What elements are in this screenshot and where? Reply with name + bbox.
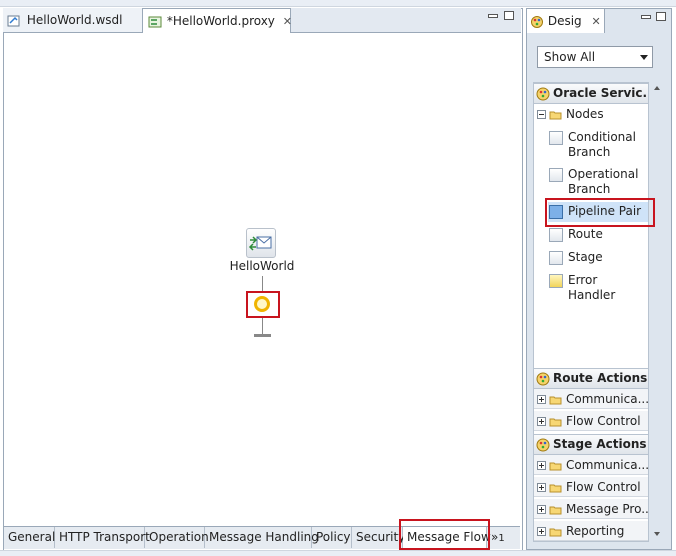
- proxy-service-icon: [148, 16, 162, 27]
- folder-stage-reporting[interactable]: Reporting: [534, 521, 648, 541]
- palette-filter-select[interactable]: Show All: [537, 46, 653, 68]
- tab-message-handling[interactable]: Message Handling: [205, 527, 319, 548]
- tab-helloworld-wsdl[interactable]: HelloWorld.wsdl: [3, 8, 143, 32]
- folder-nodes[interactable]: Nodes: [534, 104, 648, 124]
- top-strip: [0, 0, 676, 7]
- palette-item-operational-branch[interactable]: Operational Branch: [547, 167, 647, 197]
- folder-label: Communica...: [566, 458, 648, 472]
- drawer-oracle-service-bus[interactable]: Oracle Servic...: [534, 83, 648, 104]
- tab-policy[interactable]: Policy: [312, 527, 352, 548]
- proxy-editor: [3, 8, 523, 552]
- expand-icon[interactable]: [537, 527, 546, 536]
- palette-item-error-handler[interactable]: Error Handler: [547, 273, 647, 302]
- envelope-arrows-icon: [248, 236, 272, 251]
- palette-icon: [531, 15, 543, 28]
- pipeline-pair-highlight: [545, 198, 655, 227]
- drawer-label: Route Actions: [553, 371, 648, 385]
- flow-end-marker: [254, 334, 271, 337]
- expand-icon[interactable]: [537, 505, 546, 514]
- proxy-service-node-icon[interactable]: [246, 228, 276, 258]
- folder-route-communication[interactable]: Communica...: [534, 389, 648, 409]
- tab-http-transport[interactable]: HTTP Transport: [55, 527, 150, 548]
- expand-icon[interactable]: [537, 483, 546, 492]
- tab-label: *HelloWorld.proxy: [166, 14, 275, 28]
- folder-label: Reporting: [566, 524, 625, 538]
- minimize-icon[interactable]: [488, 14, 498, 18]
- scroll-down-icon[interactable]: [654, 532, 660, 536]
- palette-icon: [536, 87, 550, 100]
- folder-label: Communica...: [566, 392, 648, 406]
- folder-icon: [549, 484, 562, 492]
- close-icon[interactable]: ✕: [591, 15, 600, 28]
- chevron-down-icon[interactable]: [640, 55, 648, 60]
- palette-item-conditional-branch[interactable]: Conditional Branch: [547, 130, 647, 160]
- conditional-branch-icon: [549, 131, 563, 145]
- folder-label: Flow Control: [566, 414, 641, 428]
- expand-icon[interactable]: [537, 417, 546, 426]
- minimize-icon[interactable]: [641, 15, 651, 19]
- folder-icon: [549, 506, 562, 514]
- tab-helloworld-proxy[interactable]: *HelloWorld.proxy ✕: [142, 8, 292, 33]
- folder-icon: [549, 528, 562, 536]
- drawer-label: Stage Actions: [553, 437, 647, 451]
- folder-open-icon: [549, 111, 562, 119]
- palette-icon: [536, 438, 550, 451]
- folder-icon: [549, 396, 562, 404]
- drawer-route-actions[interactable]: Route Actions: [534, 368, 648, 389]
- tab-label: Desig: [547, 14, 582, 28]
- close-icon[interactable]: ✕: [283, 15, 292, 28]
- maximize-icon[interactable]: [504, 11, 514, 20]
- tab-general[interactable]: General: [4, 527, 55, 548]
- folder-route-flow-control[interactable]: Flow Control: [534, 411, 648, 431]
- operational-branch-icon: [549, 168, 563, 182]
- scroll-up-icon[interactable]: [654, 86, 660, 90]
- tab-operation[interactable]: Operation: [145, 527, 209, 548]
- status-strip: [0, 550, 676, 556]
- drawer-stage-actions[interactable]: Stage Actions: [534, 434, 648, 455]
- route-icon: [549, 228, 563, 242]
- stage-icon: [549, 251, 563, 265]
- folder-label: Nodes: [566, 107, 604, 121]
- maximize-icon[interactable]: [656, 12, 666, 21]
- folder-icon: [549, 462, 562, 470]
- expand-icon[interactable]: [537, 461, 546, 470]
- palette-item-stage[interactable]: Stage: [547, 250, 647, 266]
- folder-label: Message Pro...: [566, 502, 648, 516]
- palette-item-route[interactable]: Route: [547, 227, 647, 243]
- folder-icon: [549, 418, 562, 426]
- flow-insertion-point[interactable]: [254, 296, 270, 312]
- message-flow-tab-highlight: [399, 519, 490, 550]
- folder-stage-flow-control[interactable]: Flow Control: [534, 477, 648, 497]
- tab-overflow[interactable]: »1: [487, 527, 517, 548]
- palette-icon: [536, 372, 550, 385]
- folder-stage-communication[interactable]: Communica...: [534, 455, 648, 475]
- wsdl-file-icon: [7, 15, 20, 26]
- folder-stage-message-processing[interactable]: Message Pro...: [534, 499, 648, 519]
- expand-icon[interactable]: [537, 395, 546, 404]
- drawer-label: Oracle Servic...: [553, 86, 648, 100]
- editor-tab-bar: HelloWorld.wsdl *HelloWorld.proxy ✕: [3, 8, 521, 33]
- warning-icon: [549, 274, 563, 288]
- tab-design-palette[interactable]: Desig ✕: [527, 9, 605, 33]
- tab-security[interactable]: Security: [352, 527, 405, 548]
- service-node-label: HelloWorld: [229, 259, 295, 273]
- tab-label: HelloWorld.wsdl: [26, 13, 123, 27]
- collapse-icon[interactable]: [537, 110, 546, 119]
- overflow-count: 1: [498, 533, 505, 544]
- folder-label: Flow Control: [566, 480, 641, 494]
